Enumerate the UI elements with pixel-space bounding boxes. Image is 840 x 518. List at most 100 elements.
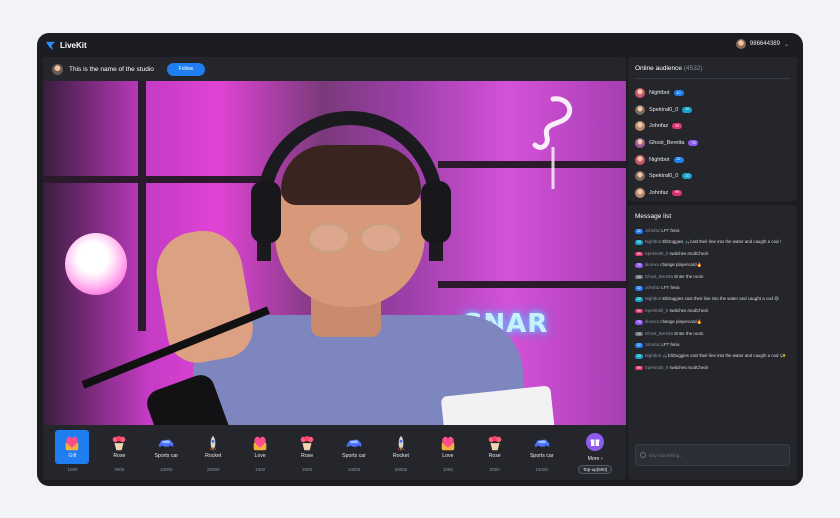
message-user[interactable]: Johnfaz (645, 342, 660, 347)
audience-row[interactable]: Ghost_Beretta 75 (635, 135, 790, 152)
audience-row[interactable]: Nightbot 40 (635, 85, 790, 102)
audience-row[interactable]: Johnfaz 99 (635, 185, 790, 202)
topup-button[interactable]: Top-up(500) (577, 465, 613, 474)
message-user[interactable]: Johnfaz (645, 285, 660, 290)
message-text: change playercard🔥 (660, 319, 703, 325)
message-text: Enter the room (674, 330, 704, 336)
message-item: 10 Ghost_Beretta Enter the room (635, 330, 790, 338)
gift-card[interactable]: Rocket (384, 430, 418, 464)
level-badge: 20 (635, 297, 643, 302)
message-item: 99 Spektral0_0 switches modCheck (635, 250, 790, 258)
gift-item[interactable]: Gift 1000 (49, 430, 96, 472)
message-input-box[interactable] (635, 444, 790, 466)
gift-card[interactable]: Sports car (337, 430, 371, 464)
message-text: switches modCheck (669, 250, 709, 256)
message-user[interactable]: Nightbot (645, 353, 661, 358)
studio-header: This is the name of the studio Follow (43, 57, 626, 81)
gift-card[interactable]: Rose (102, 430, 136, 464)
audience-row[interactable]: Spektral0_0 20 (635, 102, 790, 119)
gift-card[interactable]: Rose (290, 430, 324, 464)
studio-name: This is the name of the studio (69, 65, 154, 73)
message-user[interactable]: Nightbot (645, 296, 661, 301)
level-badge: 75 (635, 263, 643, 268)
level-badge: 99 (635, 251, 643, 257)
gift-item[interactable]: Sports car 10000 (331, 430, 378, 472)
gift-item[interactable]: Sports car 10000 (143, 430, 190, 472)
avatar (635, 171, 645, 182)
audience-count: (4532) (683, 65, 703, 72)
gift-item[interactable]: Rocket 20000 (190, 430, 237, 472)
message-text: 🎣EliDoggies cast their line into the wat… (662, 353, 787, 359)
gift-price: 2000 (302, 467, 313, 472)
message-user[interactable]: Spektral0_0 (645, 308, 668, 313)
gift-name: Rose (113, 453, 126, 459)
level-badge: 32 (635, 342, 643, 348)
message-user[interactable]: diorexo (645, 262, 659, 267)
level-badge: 99 (672, 123, 683, 130)
audience-name: Spektral0_0 (649, 173, 679, 180)
gift-card[interactable]: Sports car (149, 430, 183, 464)
sports-car-icon (533, 435, 551, 451)
shelf (43, 176, 273, 183)
gift-price: 10000 (160, 467, 173, 472)
audience-name: Nightbot (649, 90, 670, 97)
message-text: Enter the room (674, 273, 704, 279)
gift-item[interactable]: Love 1000 (237, 430, 284, 472)
right-panel: Online audience (4532) Nightbot 40 Spektra… (628, 57, 797, 480)
gift-item[interactable]: Rose 2000 (284, 430, 331, 472)
gift-box-icon[interactable] (586, 433, 605, 451)
message-user[interactable]: Nightbot (645, 239, 661, 244)
level-badge: 75 (688, 140, 699, 147)
gift-price: 10000 (535, 467, 548, 472)
avatar (635, 121, 645, 132)
gift-card[interactable]: Sports car (525, 430, 559, 464)
message-user[interactable]: Ghost_Beretta (645, 274, 673, 279)
gift-item[interactable]: Rocket 20000 (377, 430, 424, 472)
message-item: 32 Johnfaz LFT fenix (635, 341, 790, 349)
more-gifts[interactable]: More › Top-up(500) (569, 430, 621, 474)
audience-name: Johnfaz (649, 189, 669, 196)
audience-row[interactable]: Johnfaz 99 (635, 118, 790, 135)
live-video[interactable]: GNAR (43, 81, 626, 425)
level-badge: 10 (635, 274, 643, 280)
gift-name: Sports car (154, 453, 179, 459)
headphone-cup (251, 181, 281, 243)
message-user[interactable]: Johnfaz (645, 228, 660, 233)
gift-item[interactable]: Rose 2000 (471, 430, 518, 472)
account-menu[interactable]: 986644389 ⌄ (735, 39, 789, 49)
audience-title: Online audience (4532) (635, 65, 790, 72)
level-badge: 32 (635, 229, 643, 234)
level-badge: 75 (635, 320, 643, 325)
more-label[interactable]: More › (588, 456, 603, 462)
gift-card[interactable]: Rocket (196, 430, 230, 464)
audience-row[interactable]: Nightbot 32 (635, 151, 790, 168)
follow-button[interactable]: Follow (166, 62, 205, 76)
message-text: switches modCheck (669, 307, 709, 313)
level-badge: 20 (635, 354, 643, 359)
audience-name: Ghost_Beretta (649, 140, 685, 147)
gift-card[interactable]: Love (431, 430, 465, 464)
level-badge: 32 (673, 156, 684, 163)
message-input[interactable] (648, 452, 785, 458)
heart-box-icon (439, 435, 457, 451)
gift-item[interactable]: Sports car 10000 (518, 430, 565, 472)
gift-name: Gift (68, 453, 77, 459)
message-item: 20 Nightbot EliDoggies 🎣cast their line i… (635, 238, 790, 246)
message-user[interactable]: Spektral0_0 (645, 251, 668, 256)
gift-card[interactable]: Gift (55, 430, 90, 464)
message-user[interactable]: Spektral0_0 (645, 365, 668, 370)
app-name: LiveKit (60, 40, 87, 50)
gift-item[interactable]: Love 1000 (424, 430, 471, 472)
message-item: 20 Nightbot EliDoggies cast their line in… (635, 295, 790, 303)
audience-row[interactable]: Spektral0_0 20 (635, 168, 790, 185)
emoji-icon[interactable] (640, 452, 646, 458)
message-user[interactable]: Ghost_Beretta (645, 331, 673, 336)
rose-icon (486, 435, 504, 451)
message-user[interactable]: diorexo (645, 319, 659, 324)
sports-car-icon (345, 435, 363, 451)
gift-card[interactable]: Rose (478, 430, 512, 464)
avatar (635, 88, 645, 99)
gift-item[interactable]: Rose 3000 (96, 430, 143, 472)
gift-card[interactable]: Love (243, 430, 277, 464)
gift-name: Rocket (205, 453, 222, 459)
